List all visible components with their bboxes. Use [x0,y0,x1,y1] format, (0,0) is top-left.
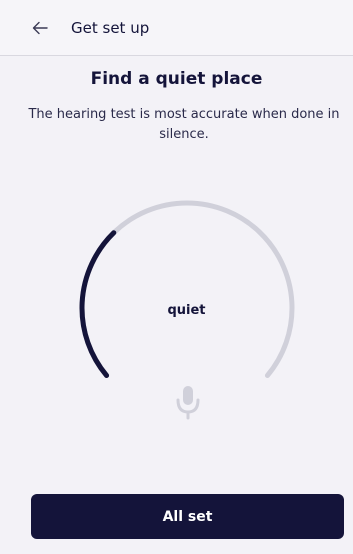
header-title: Get set up [71,18,150,37]
page-title: Find a quiet place [90,69,263,89]
noise-level-label: quiet [167,303,206,318]
all-set-button[interactable]: All set [31,494,344,539]
microphone-icon [174,384,202,420]
app-header: Get set up [0,0,353,56]
arrow-left-icon [32,21,48,34]
page-subtitle: The hearing test is most accurate when d… [28,107,340,142]
back-button[interactable] [28,16,52,40]
gauge-track [79,200,295,378]
gauge-fill [79,230,117,378]
